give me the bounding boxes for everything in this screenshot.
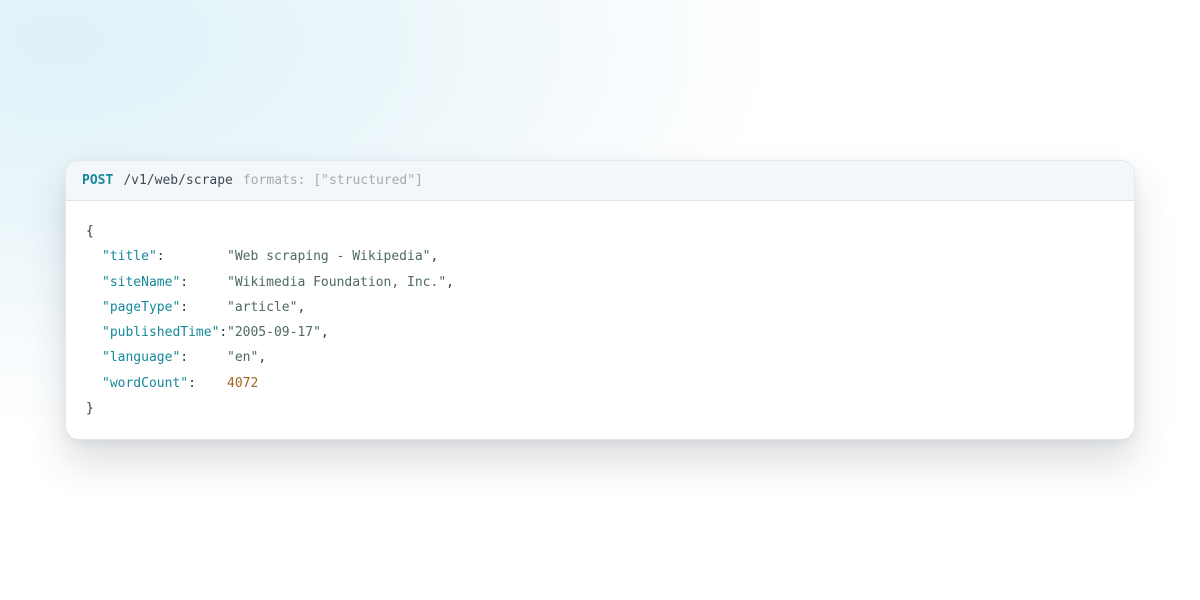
- json-key: "publishedTime": [102, 325, 220, 341]
- api-response-card: POST /v1/web/scrape formats: ["structure…: [65, 160, 1135, 440]
- json-entry-title: "title": "Web scraping - Wikipedia",: [86, 244, 1134, 269]
- json-response-body: { "title": "Web scraping - Wikipedia", "s…: [66, 201, 1134, 421]
- json-value: "Wikimedia Foundation, Inc.": [227, 274, 447, 290]
- json-entry-wordcount: "wordCount": 4072: [86, 371, 1134, 396]
- json-key: "pageType": [102, 299, 181, 315]
- request-header: POST /v1/web/scrape formats: ["structure…: [66, 161, 1134, 201]
- json-open-brace: {: [86, 224, 94, 239]
- http-method: POST: [82, 173, 114, 188]
- json-close-brace: }: [86, 401, 94, 417]
- json-value: 4072: [227, 375, 259, 391]
- json-value: "2005-09-17": [227, 325, 321, 341]
- json-entry-publishedtime: "publishedTime": "2005-09-17",: [86, 320, 1134, 345]
- json-value: "en": [227, 350, 259, 366]
- endpoint-path: /v1/web/scrape: [123, 173, 233, 188]
- json-entry-sitename: "siteName": "Wikimedia Foundation, Inc.",: [86, 270, 1134, 295]
- request-options-hint: formats: ["structured"]: [242, 173, 423, 188]
- json-key: "title": [102, 249, 157, 265]
- json-value: "article": [227, 299, 298, 315]
- json-key: "siteName": [102, 274, 181, 290]
- json-key: "wordCount": [102, 375, 189, 391]
- json-entry-language: "language": "en",: [86, 345, 1134, 370]
- json-entry-pagetype: "pageType": "article",: [86, 295, 1134, 320]
- json-key: "language": [102, 350, 181, 366]
- json-value: "Web scraping - Wikipedia": [227, 249, 431, 265]
